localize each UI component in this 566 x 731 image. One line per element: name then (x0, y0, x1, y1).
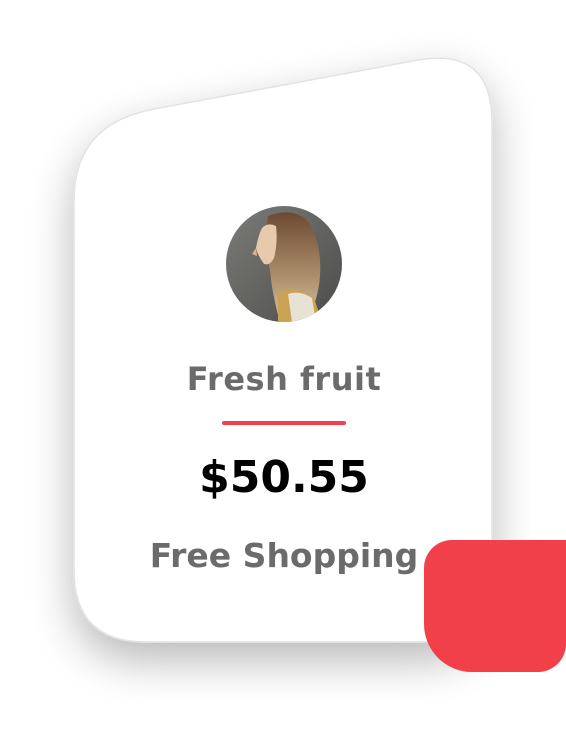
product-price: $50.55 (199, 452, 369, 503)
product-card-stage: Fresh fruit $50.55 Free Shopping (0, 0, 566, 731)
portrait-photo-icon (226, 206, 342, 322)
title-divider (222, 421, 346, 425)
avatar (226, 206, 342, 322)
accent-decoration (424, 540, 566, 672)
product-title: Fresh fruit (186, 360, 382, 398)
